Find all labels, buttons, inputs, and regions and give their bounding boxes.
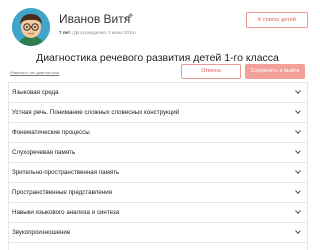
section-row-auditory-memory[interactable]: Слухоречевая память bbox=[9, 143, 307, 163]
section-row-language-analysis[interactable]: Навыки языкового анализа и синтеза bbox=[9, 203, 307, 223]
section-label: Слухоречевая память bbox=[12, 149, 76, 156]
chevron-down-icon bbox=[295, 90, 301, 94]
child-name: Иванов Витя bbox=[59, 12, 131, 26]
section-label: Устная речь. Понимание сложных словесных… bbox=[12, 109, 180, 116]
back-to-list-button[interactable]: К списку детей bbox=[246, 12, 308, 28]
section-row-phonemic-processes[interactable]: Фонематические процессы bbox=[9, 123, 307, 143]
section-label: Языковая среда bbox=[12, 89, 59, 96]
birth-date: | Дата рождения: 1 июня 2018 г. bbox=[71, 30, 138, 35]
section-label: Навыки языкового анализа и синтеза bbox=[12, 209, 120, 216]
section-label: Звукопроизношение bbox=[12, 229, 71, 236]
child-avatar-icon bbox=[12, 8, 50, 46]
section-row-spatial-representations[interactable]: Пространственные представления bbox=[9, 183, 307, 203]
page-title: Диагностика речевого развития детей 1-го… bbox=[36, 52, 279, 64]
section-row-sound-pronunciation[interactable]: Звукопроизношение bbox=[9, 223, 307, 243]
chevron-down-icon bbox=[295, 130, 301, 134]
chevron-down-icon bbox=[295, 210, 301, 214]
section-label: Зрительно-пространственная память bbox=[12, 169, 120, 176]
child-header: Иванов Витя 7 лет | Дата рождения: 1 июн… bbox=[12, 8, 308, 46]
save-and-exit-button[interactable]: Сохранить и выйти bbox=[245, 64, 305, 79]
child-meta: 7 лет | Дата рождения: 1 июня 2018 г. bbox=[59, 30, 138, 35]
pencil-icon[interactable] bbox=[124, 12, 134, 22]
section-row-oral-speech[interactable]: Устная речь. Понимание сложных словесных… bbox=[9, 103, 307, 123]
child-age: 7 лет bbox=[59, 30, 71, 35]
avatar bbox=[12, 8, 50, 46]
diagnostic-sections-list: Языковая среда Устная речь. Понимание сл… bbox=[8, 82, 308, 250]
section-label: Пространственные представления bbox=[12, 189, 113, 196]
section-row-visual-spatial-memory[interactable]: Зрительно-пространственная память bbox=[9, 163, 307, 183]
section-row-language-environment[interactable]: Языковая среда bbox=[9, 83, 307, 103]
cancel-button[interactable]: Отмена bbox=[181, 64, 241, 79]
change-diagnostic-type-link[interactable]: Изменить тип диагностики bbox=[10, 70, 59, 75]
chevron-down-icon bbox=[295, 230, 301, 234]
chevron-down-icon bbox=[295, 190, 301, 194]
chevron-down-icon bbox=[295, 150, 301, 154]
chevron-down-icon bbox=[295, 170, 301, 174]
chevron-down-icon bbox=[295, 110, 301, 114]
section-label: Фонематические процессы bbox=[12, 129, 90, 136]
